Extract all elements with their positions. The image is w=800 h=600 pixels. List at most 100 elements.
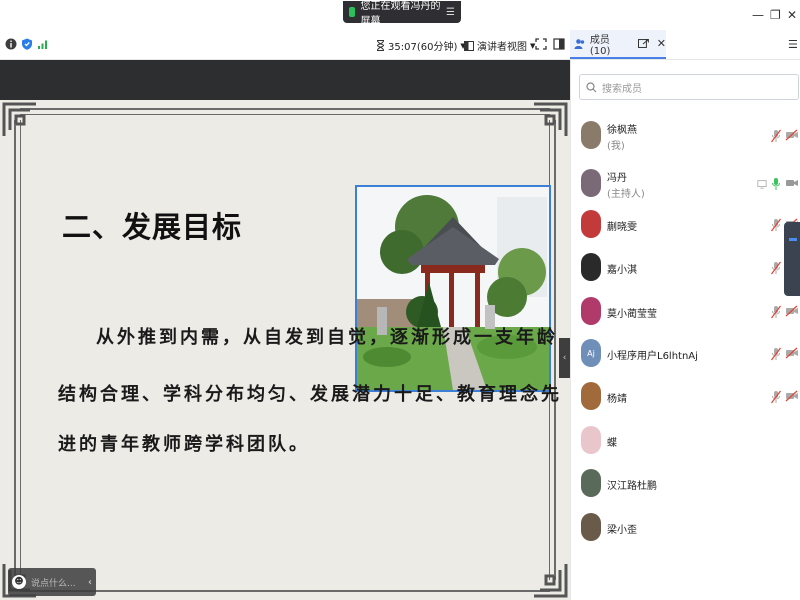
screen-share-notice[interactable]: 您正在观看冯丹的屏幕 ☰ [343, 1, 461, 27]
chat-input-box[interactable]: ☻ 说点什么... ‹ [8, 568, 96, 596]
search-input[interactable]: 搜索成员 [579, 74, 799, 100]
member-avatar[interactable] [581, 253, 601, 281]
title-bar: 您正在观看冯丹的屏幕 ☰ — ❐ ✕ [0, 0, 800, 30]
slide-body-line-1: 从外推到内需，从自发到自觉，逐渐形成一支年龄 [96, 327, 558, 348]
view-mode-selector[interactable]: 演讲者视图 ▼ [464, 38, 535, 53]
layout-icon [464, 40, 474, 51]
search-icon [586, 81, 597, 92]
fullscreen-icon[interactable] [535, 38, 547, 50]
chat-placeholder: 说点什么... [31, 578, 76, 589]
shared-screen-stage: 二、发展目标 从外推到内需，从自发到自觉，逐渐形成一支年龄 结构合理、学科分布均… [0, 60, 570, 600]
info-icon[interactable] [5, 38, 17, 50]
camera-on-icon[interactable] [785, 177, 799, 189]
member-avatar[interactable] [581, 426, 601, 454]
share-menu-icon[interactable]: ☰ [446, 7, 455, 18]
member-avatar[interactable] [581, 513, 601, 541]
frame-top-line [20, 108, 550, 110]
mic-muted-icon[interactable] [771, 305, 781, 319]
corner-ornament-icon [534, 102, 568, 136]
member-name: 冯丹 [607, 173, 627, 184]
member-row[interactable]: 汉江路杜鹏 [571, 465, 800, 505]
camera-off-icon[interactable] [785, 347, 799, 359]
hourglass-icon [376, 40, 385, 51]
mic-muted-icon[interactable] [771, 347, 781, 361]
close-panel-button[interactable]: ✕ [657, 37, 666, 50]
screen-share-icon [757, 180, 767, 189]
member-avatar[interactable] [581, 297, 601, 325]
popout-icon[interactable] [637, 38, 649, 49]
close-button[interactable]: ✕ [787, 8, 797, 22]
frame-left-inner-line [20, 120, 21, 580]
frame-left-line [14, 120, 16, 580]
timer-text: 35:07(60分钟) [388, 42, 458, 53]
member-avatar[interactable] [581, 121, 601, 149]
mic-muted-icon[interactable] [771, 261, 781, 275]
member-name: 蒯晓雯 [607, 222, 637, 233]
pavilion-photo [355, 185, 551, 392]
corner-ornament-icon [534, 564, 568, 598]
member-row[interactable]: 梁小歪 [571, 509, 800, 549]
member-avatar[interactable]: Aj [581, 339, 601, 367]
mic-muted-icon[interactable] [771, 218, 781, 232]
restore-button[interactable]: ❐ [770, 8, 781, 22]
member-name: 徐枫燕 [607, 125, 637, 136]
member-name: 嘉小淇 [607, 265, 637, 276]
member-role: (主持人) [607, 189, 645, 200]
member-row[interactable]: 蝶 [571, 422, 800, 462]
member-row[interactable]: 杨靖 [571, 378, 800, 418]
shield-icon[interactable] [21, 38, 33, 50]
panel-menu-icon[interactable]: ☰ [788, 38, 798, 51]
meeting-toolbar: 35:07(60分钟) ▼ 演讲者视图 ▼ [0, 30, 570, 60]
collapse-panel-handle[interactable]: ‹ [559, 338, 570, 378]
camera-off-icon[interactable] [785, 390, 799, 402]
member-avatar[interactable] [581, 210, 601, 238]
view-mode-label: 演讲者视图 [477, 42, 527, 53]
member-avatar[interactable] [581, 469, 601, 497]
presentation-slide: 二、发展目标 从外推到内需，从自发到自觉，逐渐形成一支年龄 结构合理、学科分布均… [0, 100, 570, 600]
mic-on-icon[interactable] [771, 177, 781, 191]
share-status-icon [349, 7, 356, 17]
member-row[interactable]: Aj 小程序用户L6lhtnAj [571, 335, 800, 375]
tab-members-label: 成员(10) [589, 34, 611, 57]
collapse-chat-icon[interactable]: ‹ [88, 577, 92, 588]
mic-muted-icon[interactable] [771, 390, 781, 404]
member-name: 杨靖 [607, 394, 627, 405]
member-row[interactable]: 莫小蔺莹莹 [571, 293, 800, 333]
member-row[interactable]: 冯丹 (主持人) [571, 165, 800, 205]
search-placeholder: 搜索成员 [602, 83, 642, 95]
slide-title: 二、发展目标 [62, 210, 243, 244]
member-role: (我) [607, 141, 625, 152]
camera-off-icon[interactable] [785, 305, 799, 317]
stage-top-band [0, 60, 570, 100]
slide-body-line-3: 进的青年教师跨学科团队。 [58, 434, 310, 455]
member-row[interactable]: 嘉小淇 [571, 249, 800, 289]
split-view-icon[interactable] [553, 38, 565, 50]
frame-right-line [554, 120, 556, 580]
edge-tab-indicator [789, 238, 797, 241]
pavilion-illustration [357, 187, 549, 390]
frame-bottom-line [20, 590, 550, 592]
frame-top-inner-line [20, 114, 550, 115]
member-name: 梁小歪 [607, 525, 637, 536]
meeting-window: 您正在观看冯丹的屏幕 ☰ — ❐ ✕ 35:07(60分钟) ▼ 演讲者视图 ▼… [0, 0, 800, 600]
tab-members[interactable]: 成员(10) ✕ [570, 30, 666, 59]
member-row[interactable]: 蒯晓雯 [571, 206, 800, 246]
member-row[interactable]: 徐枫燕 (我) [571, 117, 800, 157]
member-name: 莫小蔺莹莹 [607, 309, 657, 320]
side-panel-header: 成员(10) ✕ ☰ [570, 30, 800, 60]
slide-body-line-2: 结构合理、学科分布均匀、发展潜力十足、教育理念先 [58, 384, 562, 405]
emoji-face-icon[interactable]: ☻ [12, 575, 26, 589]
minimize-button[interactable]: — [752, 8, 764, 22]
camera-off-icon[interactable] [785, 129, 799, 141]
mic-muted-icon[interactable] [771, 129, 781, 143]
member-name: 汉江路杜鹏 [607, 481, 657, 492]
signal-strength-icon[interactable] [37, 38, 49, 50]
share-notice-text: 您正在观看冯丹的屏幕 [360, 1, 441, 27]
member-avatar[interactable] [581, 169, 601, 197]
member-name: 蝶 [607, 438, 617, 449]
member-avatar[interactable] [581, 382, 601, 410]
member-name: 小程序用户L6lhtnAj [607, 351, 698, 362]
corner-ornament-icon [2, 102, 36, 136]
floating-edge-tab[interactable] [784, 222, 800, 296]
meeting-timer[interactable]: 35:07(60分钟) ▼ [376, 38, 466, 53]
